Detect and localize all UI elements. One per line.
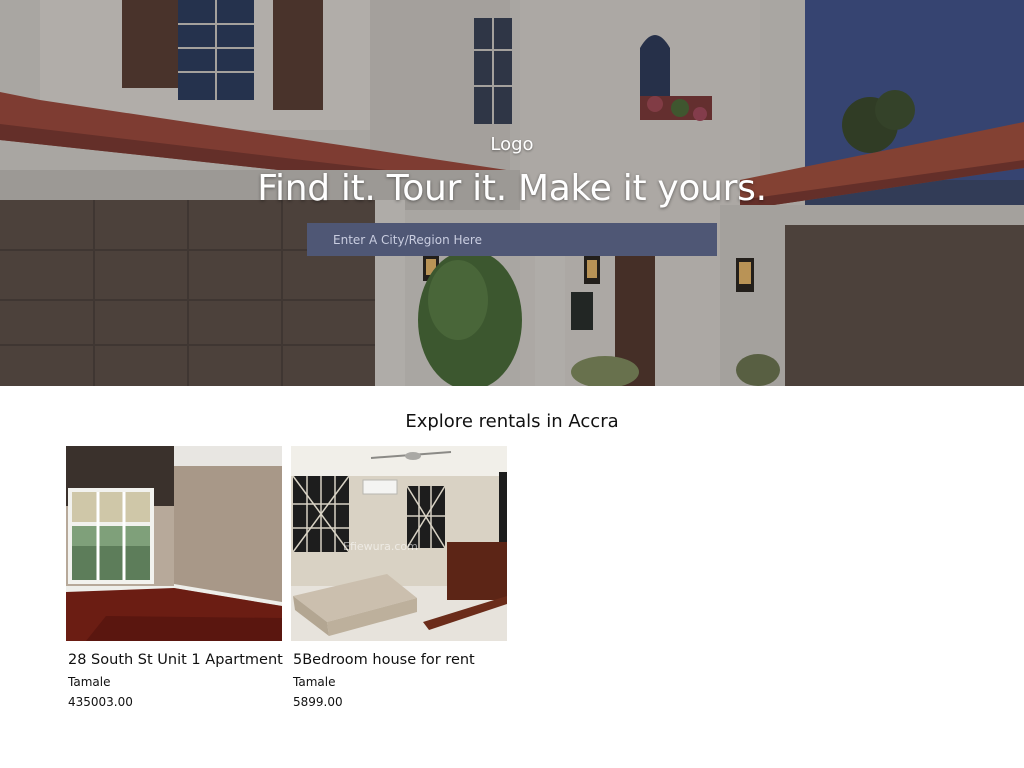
listing-price: 5899.00 bbox=[293, 695, 343, 709]
site-logo[interactable]: Logo bbox=[0, 134, 1024, 155]
listing-photo[interactable]: Efiewura.com bbox=[291, 446, 507, 641]
listing-photo[interactable] bbox=[66, 446, 282, 641]
listing-card[interactable]: Efiewura.com 5Bedroom house for rent Tam… bbox=[291, 446, 507, 709]
listing-city: Tamale bbox=[293, 675, 336, 689]
city-search-input[interactable] bbox=[307, 223, 717, 256]
listing-title[interactable]: 5Bedroom house for rent bbox=[293, 652, 475, 668]
listing-title[interactable]: 28 South St Unit 1 Apartment bbox=[68, 652, 283, 668]
hero-headline: Find it. Tour it. Make it yours. bbox=[257, 168, 767, 209]
listing-photo-watermark: Efiewura.com bbox=[343, 540, 418, 553]
listing-price: 435003.00 bbox=[68, 695, 133, 709]
hero-banner: Logo Find it. Tour it. Make it yours. bbox=[0, 0, 1024, 386]
listing-card[interactable]: 28 South St Unit 1 Apartment Tamale 4350… bbox=[66, 446, 283, 709]
listing-city: Tamale bbox=[68, 675, 111, 689]
section-title: Explore rentals in Accra bbox=[405, 411, 619, 432]
